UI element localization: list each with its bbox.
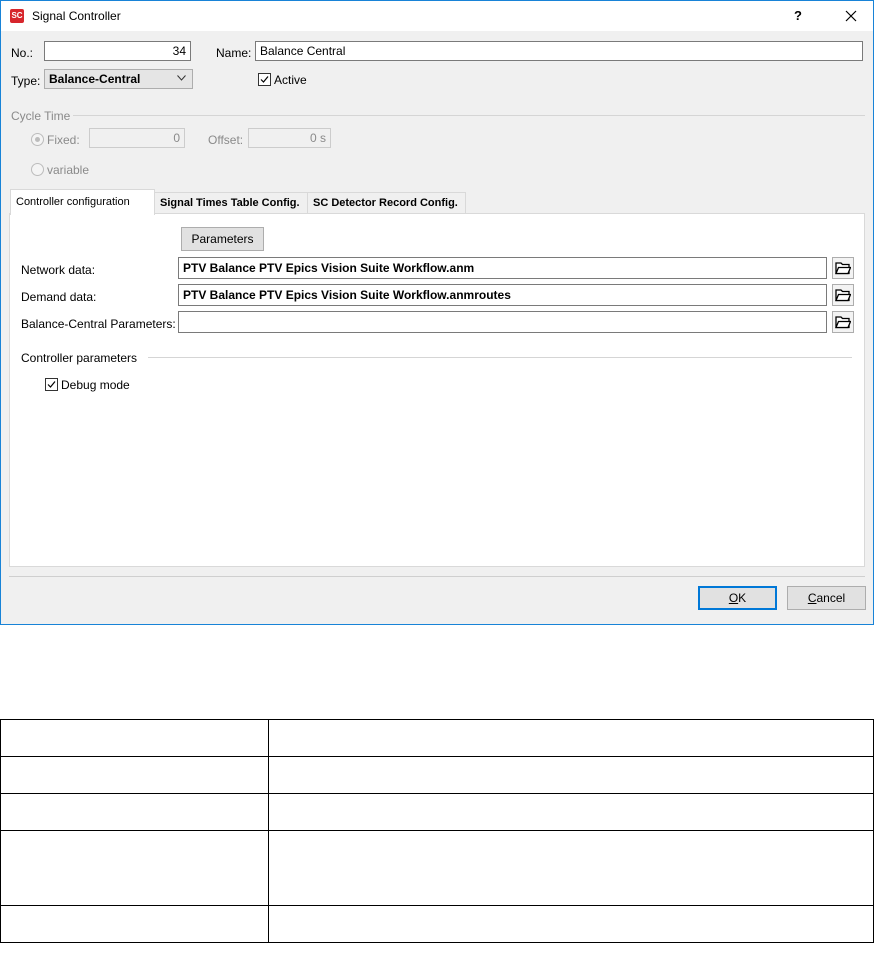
help-button[interactable]: ? — [794, 8, 802, 23]
offset-input[interactable]: 0 s — [248, 128, 331, 148]
ok-label-rest: K — [738, 591, 747, 605]
demand-data-label: Demand data: — [21, 290, 97, 304]
table-row — [0, 793, 874, 831]
network-data-browse-button[interactable] — [832, 257, 854, 279]
table-cell — [0, 793, 269, 831]
cancel-button[interactable]: Cancel — [787, 586, 866, 610]
folder-icon — [835, 316, 851, 329]
cycle-time-section-label: Cycle Time — [11, 109, 71, 123]
ok-button[interactable]: OK — [698, 586, 777, 610]
signal-controller-dialog: SC Signal Controller ? No.: 34 Name: Bal… — [0, 0, 874, 625]
tab-signal-times-table-config[interactable]: Signal Times Table Config. — [154, 192, 308, 213]
parameters-button[interactable]: Parameters — [181, 227, 264, 251]
variable-radio[interactable] — [31, 163, 44, 176]
table-row — [0, 719, 874, 757]
cancel-label-rest: ancel — [816, 591, 846, 605]
demand-data-browse-button[interactable] — [832, 284, 854, 306]
title-bar: SC Signal Controller ? — [1, 1, 873, 31]
network-data-input[interactable]: PTV Balance PTV Epics Vision Suite Workf… — [178, 257, 827, 279]
table-row — [0, 905, 874, 943]
active-checkbox[interactable] — [258, 73, 271, 86]
fixed-cycle-input[interactable]: 0 — [89, 128, 185, 148]
tab-sc-detector-record-config[interactable]: SC Detector Record Config. — [307, 192, 466, 213]
table-cell — [268, 905, 874, 943]
demand-data-input[interactable]: PTV Balance PTV Epics Vision Suite Workf… — [178, 284, 827, 306]
balance-central-parameters-input[interactable] — [178, 311, 827, 333]
table-cell — [0, 756, 269, 794]
window-title: Signal Controller — [32, 9, 121, 23]
name-label: Name: — [216, 46, 252, 60]
debug-mode-checkbox[interactable] — [45, 378, 58, 391]
empty-documentation-table — [0, 719, 874, 943]
fixed-label: Fixed: — [47, 133, 80, 147]
table-row — [0, 830, 874, 906]
table-cell — [0, 830, 269, 906]
controller-parameters-divider — [148, 357, 852, 358]
table-cell — [268, 756, 874, 794]
ok-mnemonic: O — [728, 591, 739, 605]
footer-divider — [9, 576, 865, 577]
checkmark-icon — [47, 381, 56, 388]
table-cell — [268, 830, 874, 906]
type-dropdown[interactable]: Balance-Central — [44, 69, 193, 89]
radio-dot — [35, 137, 40, 142]
close-button[interactable] — [839, 5, 863, 27]
table-row — [0, 756, 874, 794]
balance-central-parameters-label: Balance-Central Parameters: — [21, 317, 176, 331]
balance-central-parameters-browse-button[interactable] — [832, 311, 854, 333]
app-icon: SC — [10, 9, 24, 23]
controller-parameters-section-label: Controller parameters — [21, 351, 138, 365]
fixed-radio[interactable] — [31, 133, 44, 146]
tab-controller-configuration[interactable]: Controller configuration — [10, 189, 155, 215]
folder-icon — [835, 262, 851, 275]
table-cell — [0, 905, 269, 943]
name-input[interactable]: Balance Central — [255, 41, 863, 61]
table-cell — [268, 793, 874, 831]
active-label: Active — [274, 73, 307, 87]
close-icon — [845, 10, 857, 22]
chevron-down-icon — [177, 75, 186, 81]
checkmark-icon — [260, 76, 269, 83]
offset-label: Offset: — [208, 133, 244, 147]
variable-label: variable — [47, 163, 90, 177]
table-cell — [268, 719, 874, 757]
type-label: Type: — [11, 74, 41, 88]
network-data-label: Network data: — [21, 263, 96, 277]
folder-icon — [835, 289, 851, 302]
debug-mode-label: Debug mode — [61, 378, 130, 392]
table-cell — [0, 719, 269, 757]
type-dropdown-value: Balance-Central — [49, 72, 141, 86]
number-input[interactable]: 34 — [44, 41, 191, 61]
number-label: No.: — [11, 46, 34, 60]
cycle-time-divider — [73, 115, 865, 116]
